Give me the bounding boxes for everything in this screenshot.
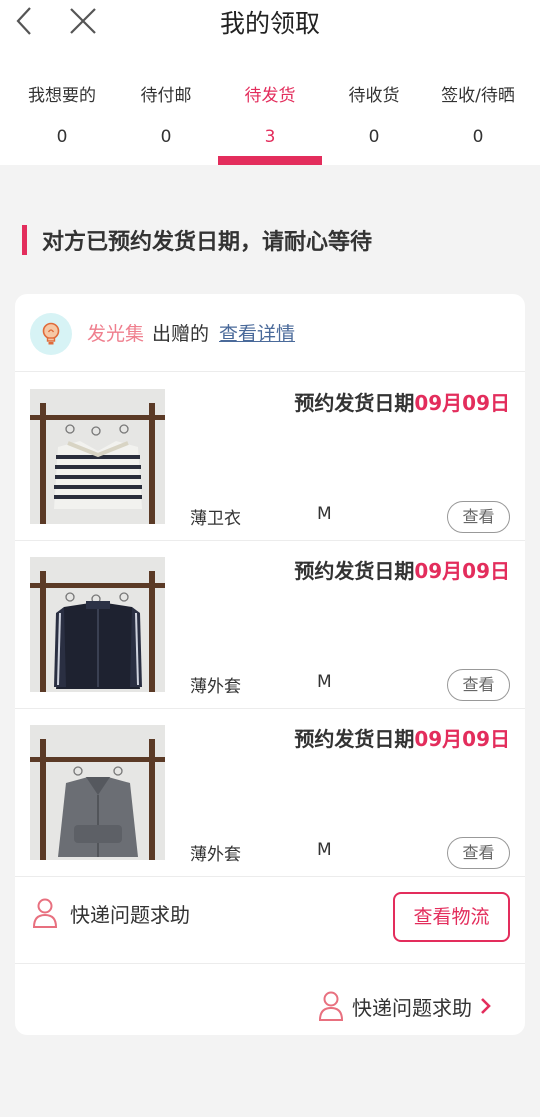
tab-pending-shipment[interactable]: 待发货 3: [218, 84, 322, 149]
chevron-right-icon: [481, 998, 491, 1014]
list-item: 预约发货日期09月09日 薄外套 M 查看: [15, 709, 525, 877]
ship-date: 预约发货日期09月09日: [294, 387, 510, 416]
giver-name[interactable]: 发光集: [87, 319, 144, 346]
view-logistics-button[interactable]: 查看物流: [393, 892, 510, 942]
ship-date-label: 预约发货日期: [294, 391, 415, 415]
ship-date-value: 09月09日: [414, 727, 510, 751]
tab-pending-postage[interactable]: 待付邮 0: [114, 84, 218, 149]
item-name: 薄外套: [190, 677, 241, 697]
tab-label: 待发货: [244, 86, 296, 106]
user-icon[interactable]: [32, 897, 58, 929]
lightbulb-icon: [30, 313, 72, 355]
giver-row: 发光集 出赠的 查看详情: [15, 294, 525, 372]
tab-signed[interactable]: 签收/待晒 0: [426, 84, 530, 149]
status-notice: 对方已预约发货日期，请耐心等待: [22, 224, 372, 256]
ship-date: 预约发货日期09月09日: [294, 555, 510, 584]
tab-label: 签收/待晒: [441, 86, 515, 106]
active-tab-indicator: [218, 156, 322, 165]
delivery-help-link[interactable]: 快递问题求助: [318, 988, 492, 1024]
delivery-help-row: 快递问题求助 查看物流: [15, 877, 525, 964]
item-size: M: [317, 672, 332, 692]
item-name: 薄卫衣: [190, 509, 241, 529]
ship-date-label: 预约发货日期: [294, 559, 415, 583]
list-item: 预约发货日期09月09日 薄卫衣 M 查看: [15, 373, 525, 541]
tab-count: 0: [160, 127, 172, 147]
tab-label: 我想要的: [28, 86, 96, 106]
user-icon: [318, 991, 344, 1021]
item-size: M: [317, 840, 332, 860]
view-item-button[interactable]: 查看: [447, 669, 510, 701]
ship-date-value: 09月09日: [414, 559, 510, 583]
view-item-button[interactable]: 查看: [447, 837, 510, 869]
ship-date-label: 预约发货日期: [294, 727, 415, 751]
tab-count: 0: [56, 127, 68, 147]
view-item-button[interactable]: 查看: [447, 501, 510, 533]
giver-action-text: 出赠的: [152, 323, 210, 345]
tab-label: 待付邮: [140, 86, 192, 106]
tab-label: 待收货: [348, 86, 400, 106]
page-title: 我的领取: [219, 9, 320, 38]
delivery-help-label[interactable]: 快递问题求助: [70, 899, 190, 928]
product-photo[interactable]: [30, 389, 165, 524]
top-header: 我的领取 我想要的 0 待付邮 0 待发货 3 待收货 0 签收/待晒 0: [0, 0, 540, 165]
ship-date-value: 09月09日: [414, 391, 510, 415]
tab-count: 0: [368, 127, 380, 147]
item-name: 薄外套: [190, 845, 241, 865]
tab-count: 3: [264, 127, 276, 147]
delivery-help-link-label: 快递问题求助: [352, 995, 472, 1020]
notice-text: 对方已预约发货日期，请耐心等待: [42, 230, 373, 255]
product-photo[interactable]: [30, 557, 165, 692]
order-card: 发光集 出赠的 查看详情 预约发货日期09月09日 薄卫衣 M 查看 预约发货日…: [15, 294, 525, 1035]
list-item: 预约发货日期09月09日 薄外套 M 查看: [15, 541, 525, 709]
product-photo[interactable]: [30, 725, 165, 860]
tab-count: 0: [472, 127, 484, 147]
view-details-link[interactable]: 查看详情: [219, 319, 295, 346]
tab-pending-receipt[interactable]: 待收货 0: [322, 84, 426, 149]
tab-wanted[interactable]: 我想要的 0: [10, 84, 114, 149]
item-size: M: [317, 504, 332, 524]
notice-accent-bar: [22, 225, 27, 255]
ship-date: 预约发货日期09月09日: [294, 723, 510, 752]
